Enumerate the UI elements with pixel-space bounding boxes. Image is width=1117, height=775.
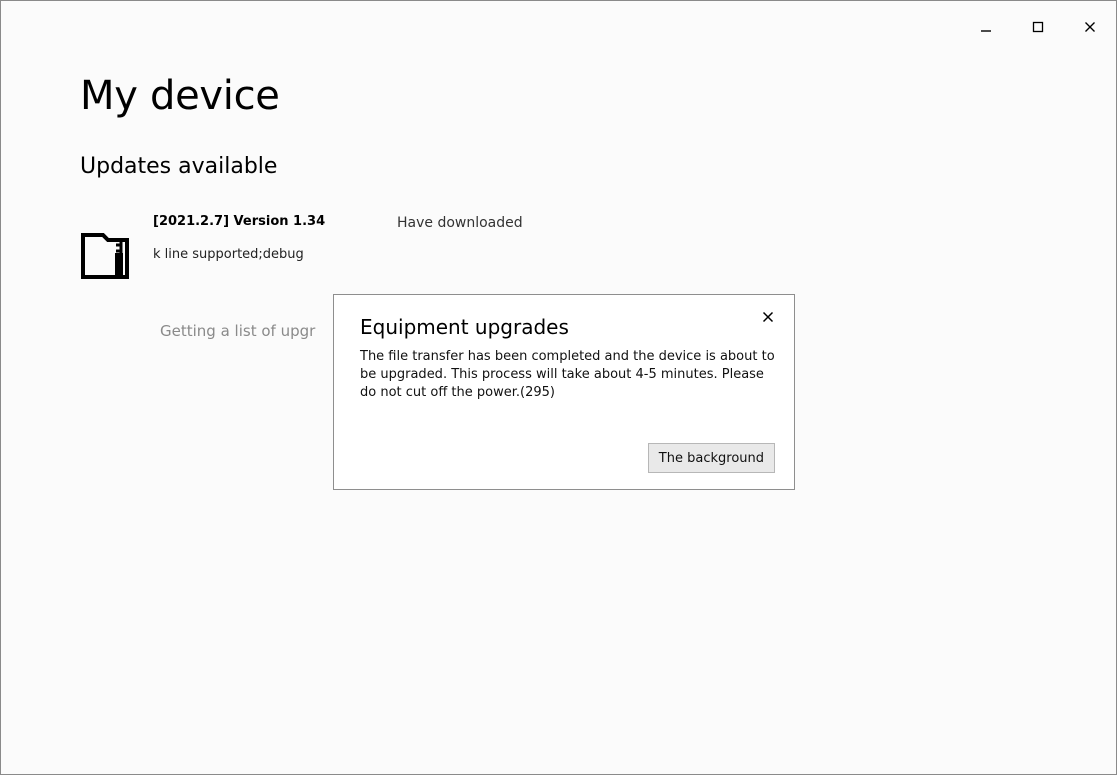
loading-status-text: Getting a list of upgr xyxy=(160,322,316,340)
update-description: k line supported;debug xyxy=(153,247,304,262)
dialog-close-button[interactable] xyxy=(756,305,780,329)
window-controls xyxy=(960,9,1116,45)
minimize-button[interactable] xyxy=(960,9,1012,45)
update-version: [2021.2.7] Version 1.34 xyxy=(153,214,326,229)
upgrade-dialog: Equipment upgrades The file transfer has… xyxy=(333,294,795,490)
update-list-item[interactable]: [2021.2.7] Version 1.34 k line supported… xyxy=(80,207,560,287)
minimize-icon xyxy=(981,30,991,32)
page-title: My device xyxy=(80,73,280,119)
section-title: Updates available xyxy=(80,154,278,179)
close-window-button[interactable] xyxy=(1064,9,1116,45)
update-status: Have downloaded xyxy=(397,215,523,231)
dialog-message: The file transfer has been completed and… xyxy=(360,349,775,400)
close-icon xyxy=(1085,22,1095,32)
maximize-icon xyxy=(1032,21,1044,33)
app-window: My device Updates available [2021.2.7] V… xyxy=(0,0,1117,775)
background-button[interactable]: The background xyxy=(647,443,775,473)
close-icon xyxy=(762,311,774,323)
dialog-title: Equipment upgrades xyxy=(360,315,569,339)
maximize-button[interactable] xyxy=(1012,9,1064,45)
sd-card-icon xyxy=(81,233,129,279)
